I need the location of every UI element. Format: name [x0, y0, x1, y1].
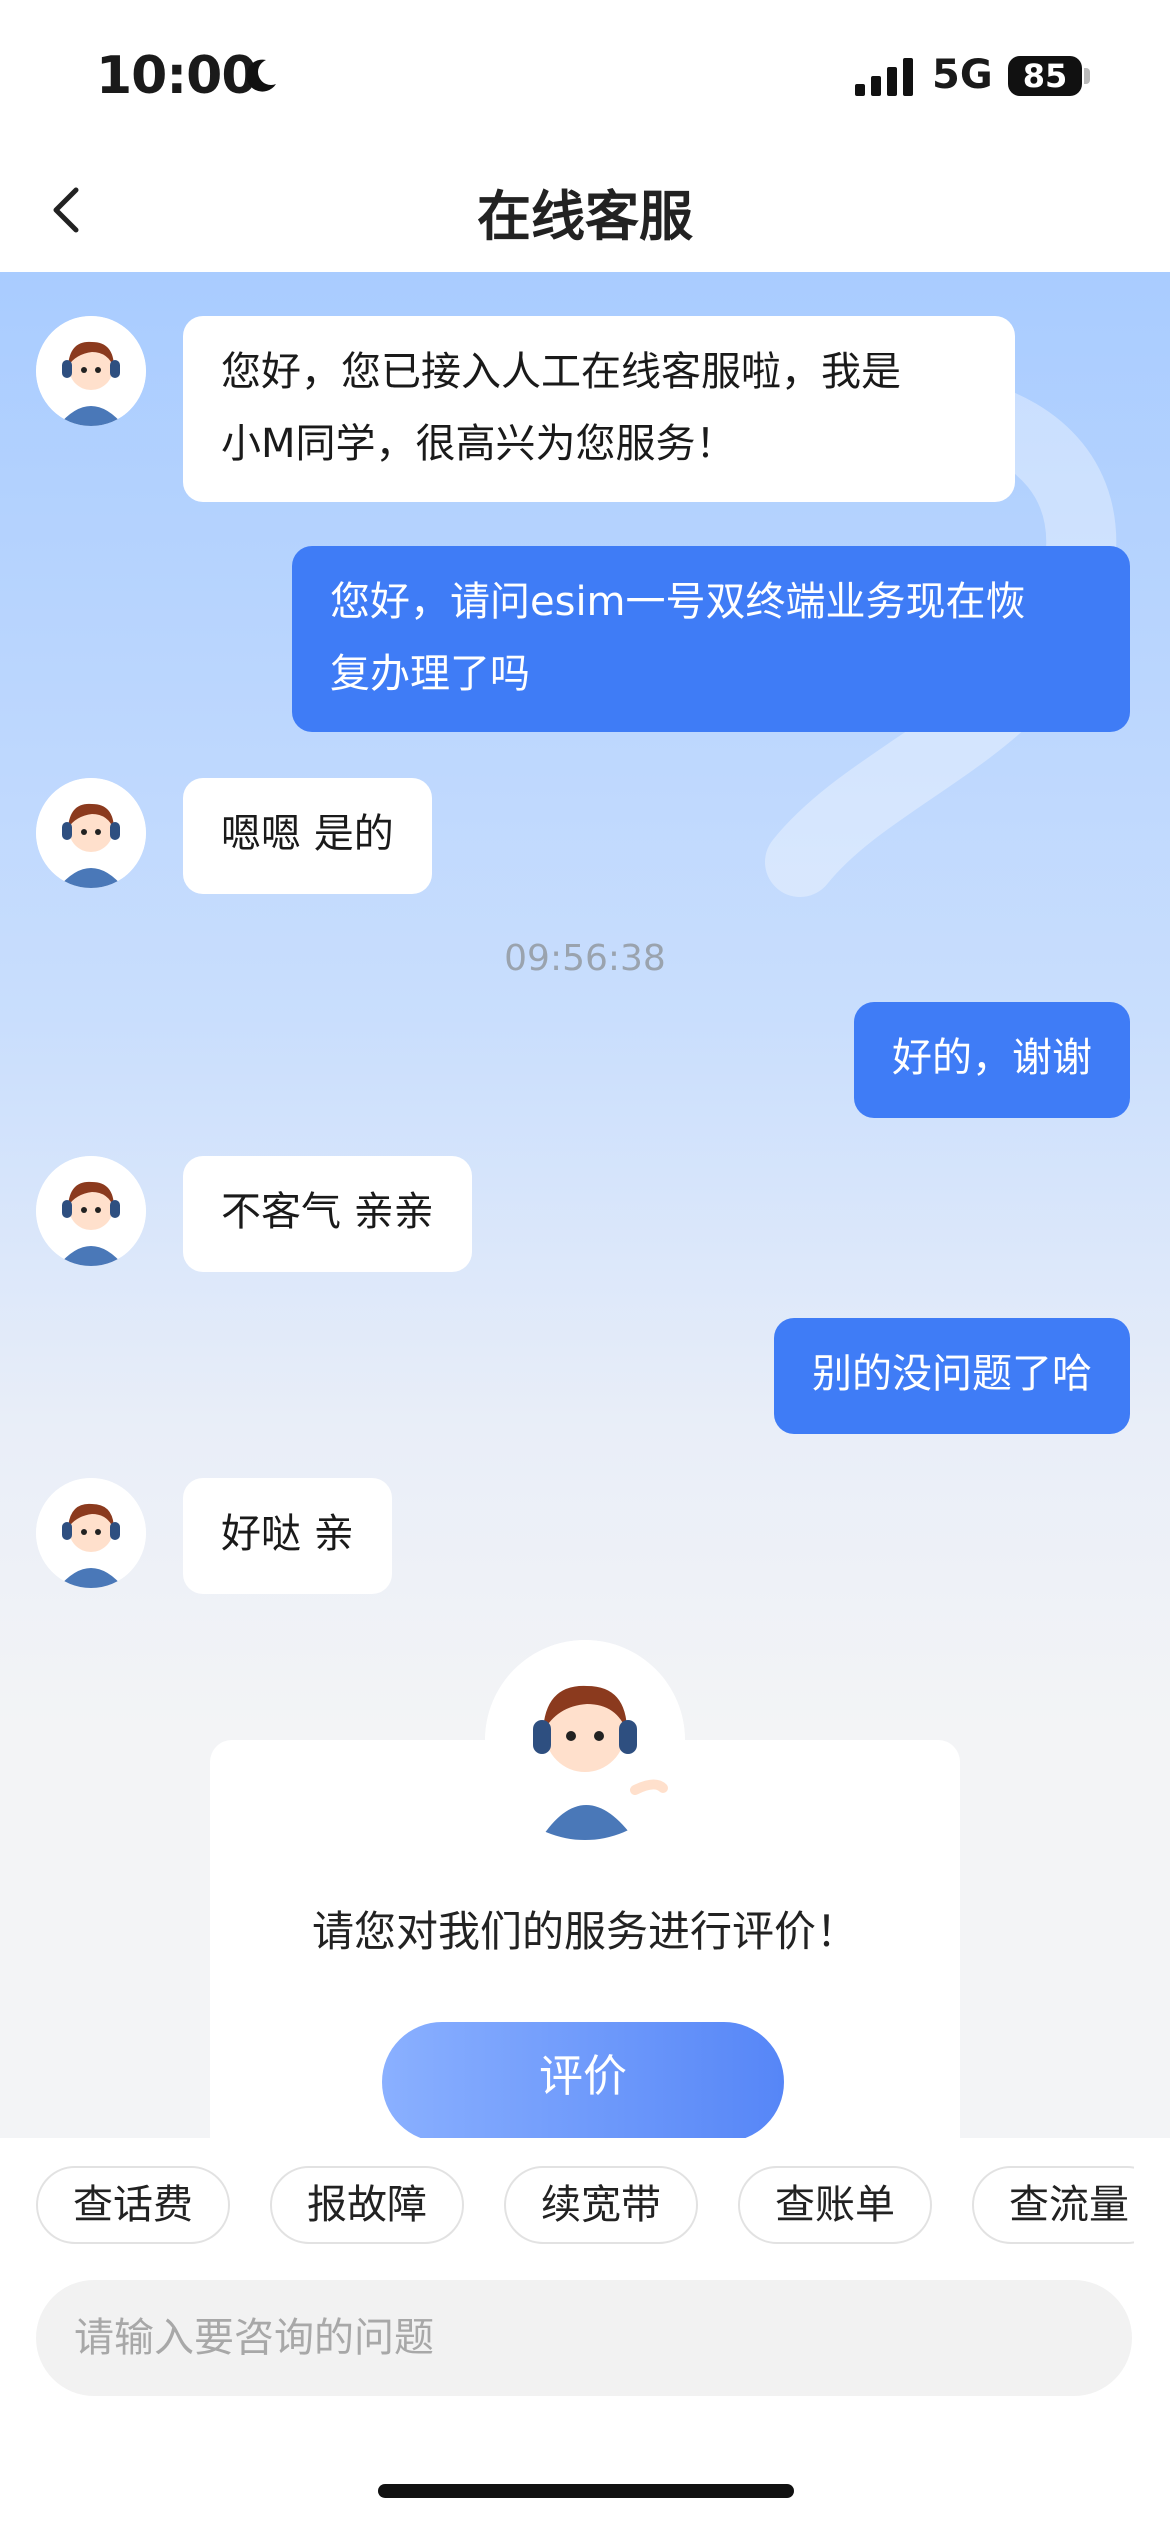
page-title: 在线客服 — [477, 185, 693, 248]
signal-icon — [855, 58, 913, 96]
agent-avatar-icon — [36, 1478, 146, 1588]
rate-button[interactable]: 评价 — [382, 2022, 784, 2138]
moon-icon — [246, 59, 276, 92]
battery-tip — [1084, 68, 1090, 84]
home-indicator — [378, 2484, 794, 2498]
agent-avatar-icon — [36, 778, 146, 888]
quick-chips: 查话费 报故障 续宽带 查账单 查流量 — [36, 2166, 1134, 2248]
message-timestamp: 09:56:38 — [504, 938, 666, 979]
user-message: 您好，请问esim一号双终端业务现在恢 复办理了吗 — [292, 546, 1130, 732]
agent-avatar-icon — [485, 1640, 685, 1840]
agent-message: 好哒 亲 — [183, 1478, 392, 1594]
message-line: 您好，您已接入人工在线客服啦，我是 — [221, 349, 901, 395]
chip-check-bill[interactable]: 查账单 — [738, 2166, 932, 2244]
message-line: 小M同学，很高兴为您服务！ — [221, 421, 736, 467]
bottom-bar: 查话费 报故障 续宽带 查账单 查流量 — [0, 2138, 1170, 2532]
chat-area[interactable]: 您好，您已接入人工在线客服啦，我是 小M同学，很高兴为您服务！ 您好，请问esi… — [0, 272, 1170, 2138]
chip-report-fault[interactable]: 报故障 — [270, 2166, 464, 2244]
question-input[interactable] — [36, 2280, 1132, 2396]
message-line: 复办理了吗 — [330, 651, 530, 697]
agent-message: 不客气 亲亲 — [183, 1156, 472, 1272]
agent-message: 您好，您已接入人工在线客服啦，我是 小M同学，很高兴为您服务！ — [183, 316, 1015, 502]
status-bar: 10:00 5G 85 — [0, 0, 1170, 150]
nav-header: 在线客服 — [0, 150, 1170, 272]
status-time: 10:00 — [96, 46, 258, 106]
user-message: 别的没问题了哈 — [774, 1318, 1130, 1434]
user-message: 好的，谢谢 — [854, 1002, 1130, 1118]
agent-avatar-icon — [36, 316, 146, 426]
chip-check-balance[interactable]: 查话费 — [36, 2166, 230, 2244]
chip-check-data[interactable]: 查流量 — [972, 2166, 1134, 2244]
message-line: 您好，请问esim一号双终端业务现在恢 — [330, 579, 1026, 625]
chip-renew-broadband[interactable]: 续宽带 — [504, 2166, 698, 2244]
network-type: 5G — [932, 52, 993, 98]
agent-message: 嗯嗯 是的 — [183, 778, 432, 894]
agent-avatar-icon — [36, 1156, 146, 1266]
rating-prompt: 请您对我们的服务进行评价！ — [311, 1907, 858, 1956]
battery-indicator: 85 — [1008, 56, 1082, 96]
